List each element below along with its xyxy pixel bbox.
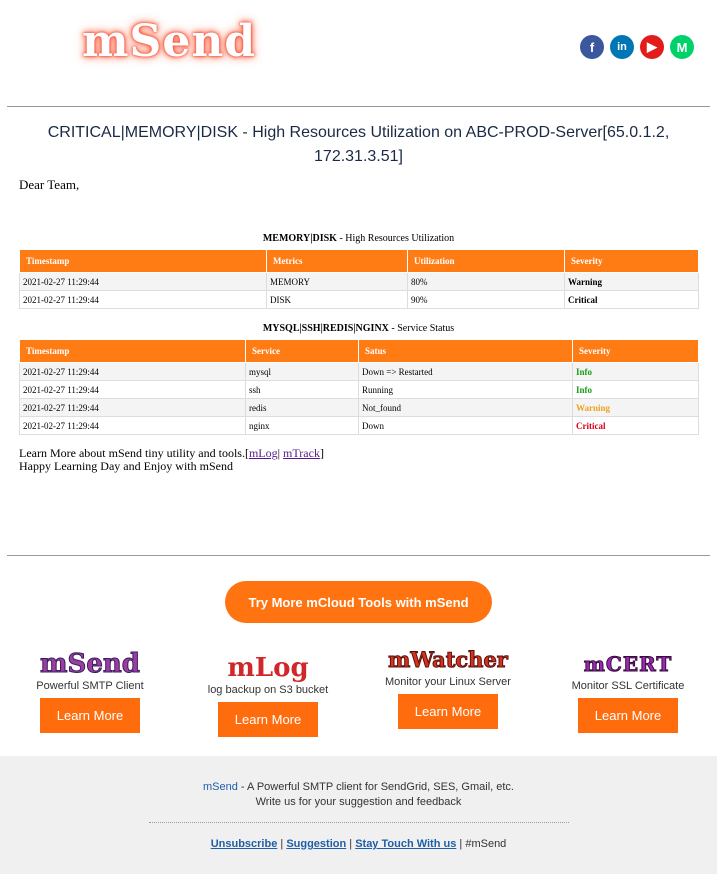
tools-grid: mSend Powerful SMTP Client Learn More mL…: [0, 647, 717, 750]
divider: [7, 555, 710, 556]
learn-more-button[interactable]: Learn More: [39, 698, 141, 733]
mtrack-link[interactable]: mTrack: [283, 446, 320, 460]
timestamp-cell: 2021-02-27 11:29:44: [19, 416, 246, 435]
column-header: Utilization: [407, 249, 565, 273]
unsubscribe-link[interactable]: Unsubscribe: [211, 838, 278, 850]
medium-icon[interactable]: M: [670, 35, 694, 59]
column-header: Severity: [564, 249, 699, 273]
column-header: Timestamp: [19, 339, 246, 363]
timestamp-cell: 2021-02-27 11:29:44: [19, 398, 246, 417]
tool-card-mwatcher: mWatcher Monitor your Linux Server Learn…: [358, 647, 538, 729]
linkedin-icon[interactable]: in: [610, 35, 634, 59]
youtube-icon[interactable]: ▶: [640, 35, 664, 59]
email-title: CRITICAL|MEMORY|DISK - High Resources Ut…: [47, 124, 670, 165]
column-header: Metrics: [266, 249, 408, 273]
table-row: 2021-02-27 11:29:44 mysql Down => Restar…: [19, 362, 699, 381]
timestamp-cell: 2021-02-27 11:29:44: [19, 362, 246, 381]
msend-tool-logo: mSend: [40, 649, 141, 679]
severity-cell: Info: [572, 380, 699, 399]
footer-tagline: mSend - A Powerful SMTP client for SendG…: [0, 781, 717, 793]
mcert-tool-logo: mCERT: [583, 652, 673, 677]
tool-description: Powerful SMTP Client: [36, 680, 144, 692]
service-cell: nginx: [245, 416, 359, 435]
try-more-tools-button[interactable]: Try More mCloud Tools with mSend: [225, 581, 492, 623]
section-title-bold: MYSQL|SSH|REDIS|NGINX: [262, 323, 389, 334]
table-row: 2021-02-27 11:29:44 MEMORY 80% Warning: [19, 272, 699, 291]
stay-touch-link[interactable]: Stay Touch With us: [355, 838, 456, 850]
status-cell: Not_found: [358, 398, 573, 417]
status-cell: Down => Restarted: [358, 362, 573, 381]
column-header: Timestamp: [19, 249, 267, 273]
email-footer: mSend - A Powerful SMTP client for SendG…: [0, 756, 717, 874]
happy-learning-text: Happy Learning Day and Enjoy with mSend: [19, 459, 233, 473]
close-bracket: ]: [319, 446, 324, 460]
mwatcher-tool-logo: mWatcher: [388, 647, 509, 673]
tool-description: log backup on S3 bucket: [207, 684, 329, 696]
footer-links: Unsubscribe | Suggestion | Stay Touch Wi…: [0, 838, 717, 850]
footer-msend-link[interactable]: mSend: [203, 781, 238, 793]
mlog-tool-logo: mLog: [227, 653, 309, 683]
table-row: 2021-02-27 11:29:44 nginx Down Critical: [19, 416, 699, 435]
table-row: 2021-02-27 11:29:44 ssh Running Info: [19, 380, 699, 399]
learn-more-button[interactable]: Learn More: [577, 698, 679, 733]
service-cell: ssh: [245, 380, 359, 399]
tool-description: Monitor SSL Certificate: [571, 680, 685, 692]
tool-card-msend: mSend Powerful SMTP Client Learn More: [0, 650, 180, 733]
status-cell: Down: [358, 416, 573, 435]
footer-tagline-text: - A Powerful SMTP client for SendGrid, S…: [237, 781, 514, 793]
social-links: f in ▶ M: [580, 35, 694, 59]
metric-cell: MEMORY: [266, 272, 408, 291]
section-title-rest: - High Resources Utilization: [336, 233, 455, 244]
severity-cell: Critical: [564, 290, 699, 309]
section-title-bold: MEMORY|DISK: [262, 233, 337, 244]
metric-cell: DISK: [266, 290, 408, 309]
service-cell: mysql: [245, 362, 359, 381]
tool-description: Monitor your Linux Server: [385, 676, 511, 688]
status-cell: Running: [358, 380, 573, 399]
timestamp-cell: 2021-02-27 11:29:44: [19, 380, 246, 399]
service-cell: redis: [245, 398, 359, 417]
learn-more-prefix: Learn More about mSend tiny utility and …: [19, 446, 249, 460]
severity-cell: Warning: [572, 398, 699, 417]
greeting: Dear Team,: [19, 177, 80, 192]
facebook-icon[interactable]: f: [580, 35, 604, 59]
severity-cell: Info: [572, 362, 699, 381]
section-title-resources: MEMORY|DISK - High Resources Utilization: [0, 233, 717, 244]
dotted-divider: [148, 822, 569, 823]
msend-logo[interactable]: mSend: [82, 16, 256, 67]
resource-utilization-table: Timestamp Metrics Utilization Severity 2…: [19, 249, 699, 309]
column-header: Severity: [572, 339, 699, 363]
suggestion-link[interactable]: Suggestion: [286, 838, 346, 850]
learn-more-button[interactable]: Learn More: [397, 694, 499, 729]
service-status-table: Timestamp Service Satus Severity 2021-02…: [19, 339, 699, 435]
severity-cell: Critical: [572, 416, 699, 435]
section-title-services: MYSQL|SSH|REDIS|NGINX - Service Status: [0, 323, 717, 334]
tool-card-mcert: mCERT Monitor SSL Certificate Learn More: [538, 650, 717, 733]
severity-cell: Warning: [564, 272, 699, 291]
mlog-link[interactable]: mLog: [249, 446, 278, 460]
hashtag-text: #mSend: [465, 838, 507, 850]
column-header: Satus: [358, 339, 573, 363]
utilization-cell: 80%: [407, 272, 565, 291]
learn-more-text: Learn More about mSend tiny utility and …: [19, 447, 717, 473]
footer-feedback-text: Write us for your suggestion and feedbac…: [255, 796, 462, 808]
section-title-rest: - Service Status: [388, 323, 455, 334]
email-header: mSend f in ▶ M: [7, 0, 710, 107]
timestamp-cell: 2021-02-27 11:29:44: [19, 272, 267, 291]
table-row: 2021-02-27 11:29:44 redis Not_found Warn…: [19, 398, 699, 417]
table-row: 2021-02-27 11:29:44 DISK 90% Critical: [19, 290, 699, 309]
timestamp-cell: 2021-02-27 11:29:44: [19, 290, 267, 309]
learn-more-button[interactable]: Learn More: [217, 702, 319, 737]
column-header: Service: [245, 339, 359, 363]
tool-card-mlog: mLog log backup on S3 bucket Learn More: [178, 650, 358, 737]
utilization-cell: 90%: [407, 290, 565, 309]
